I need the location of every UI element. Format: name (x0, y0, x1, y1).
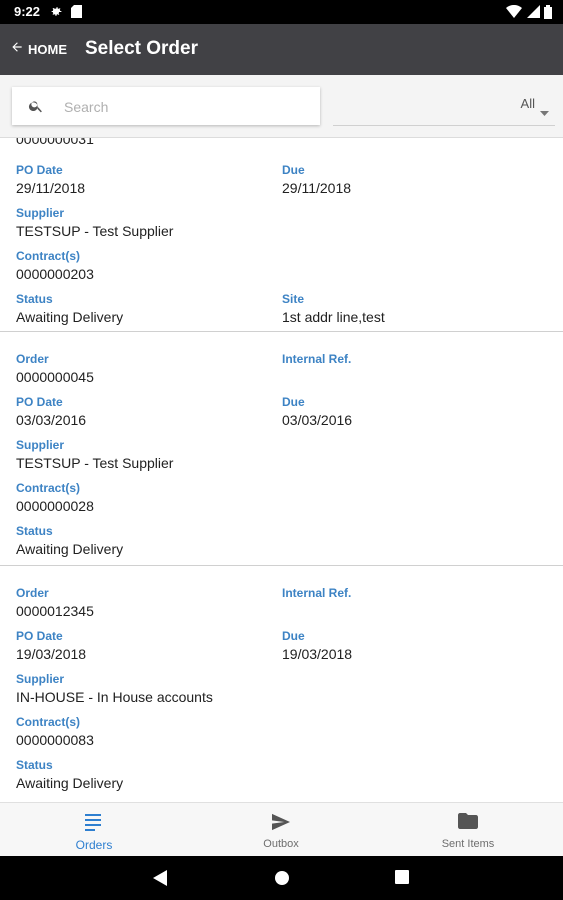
internal-ref-label: Internal Ref. (282, 352, 352, 366)
status-value: Awaiting Delivery (16, 775, 124, 791)
due-value: 29/11/2018 (282, 180, 352, 196)
status-label: Status (16, 292, 53, 306)
order-label: Order (16, 352, 49, 366)
contracts-label: Contract(s) (16, 249, 81, 263)
battery-icon (544, 5, 552, 22)
status-label: Status (16, 758, 53, 772)
order-card[interactable]: Order 0000012345 Internal Ref. PO Date 1… (0, 566, 563, 801)
filter-dropdown[interactable]: All (333, 87, 555, 126)
nav-orders[interactable]: Orders (24, 803, 164, 857)
chevron-down-icon (540, 103, 549, 121)
contracts-label: Contract(s) (16, 715, 81, 729)
search-box[interactable] (12, 87, 320, 125)
contracts-label: Contract(s) (16, 481, 81, 495)
status-value: Awaiting Delivery (16, 541, 124, 557)
site-value: 1st addr line,test (282, 309, 385, 325)
status-bar: 9:22 (0, 0, 563, 24)
nav-sent-items[interactable]: Sent Items (398, 803, 538, 857)
supplier-label: Supplier (16, 672, 65, 686)
po-date-label: PO Date (16, 163, 63, 177)
contracts-value: 0000000028 (16, 498, 94, 514)
due-label: Due (282, 629, 305, 643)
bottom-navigation: Orders Outbox Sent Items (0, 802, 563, 857)
wifi-icon (506, 4, 522, 21)
internal-ref-label: Internal Ref. (282, 586, 352, 600)
filter-selected-value: All (520, 96, 535, 111)
contracts-value: 0000000083 (16, 732, 94, 748)
home-circle-icon[interactable] (274, 870, 290, 891)
order-label: Order (16, 586, 49, 600)
supplier-label: Supplier (16, 206, 65, 220)
recents-square-icon[interactable] (395, 870, 409, 889)
supplier-value: TESTSUP - Test Supplier (16, 455, 174, 471)
send-icon (271, 813, 291, 836)
nav-outbox[interactable]: Outbox (211, 803, 351, 857)
home-back-button[interactable]: HOME (10, 38, 67, 60)
home-label: HOME (28, 41, 67, 57)
order-number: 0000012345 (16, 603, 94, 619)
due-label: Due (282, 163, 305, 177)
due-value: 19/03/2018 (282, 646, 353, 662)
system-navigation-bar (0, 856, 563, 900)
due-label: Due (282, 395, 305, 409)
order-number: 0000000045 (16, 369, 94, 385)
nav-outbox-label: Outbox (263, 838, 299, 850)
folder-icon (458, 813, 478, 834)
order-number: 0000000031 (16, 138, 94, 147)
app-bar: HOME Select Order (0, 24, 563, 75)
supplier-value: IN-HOUSE - In House accounts (16, 689, 213, 705)
po-date-value: 29/11/2018 (16, 180, 86, 196)
back-triangle-icon[interactable] (153, 870, 167, 891)
supplier-label: Supplier (16, 438, 65, 452)
supplier-value: TESTSUP - Test Supplier (16, 223, 174, 239)
due-value: 03/03/2016 (282, 412, 353, 428)
nav-sent-items-label: Sent Items (441, 838, 495, 850)
site-label: Site (282, 292, 305, 306)
signal-icon (527, 5, 540, 21)
status-value: Awaiting Delivery (16, 309, 124, 325)
clock: 9:22 (14, 4, 41, 19)
order-card[interactable]: Order 0000000045 Internal Ref. PO Date 0… (0, 332, 563, 566)
nav-orders-label: Orders (75, 838, 113, 852)
search-icon (28, 98, 44, 119)
search-area: All (0, 75, 563, 138)
order-card[interactable]: 0000000031 PO Date 29/11/2018 Due 29/11/… (0, 138, 563, 332)
search-input[interactable] (62, 95, 306, 119)
settings-icon (50, 5, 63, 21)
po-date-label: PO Date (16, 629, 63, 643)
sd-card-icon (71, 5, 82, 21)
po-date-value: 19/03/2018 (16, 646, 87, 662)
back-arrow-icon (10, 40, 24, 59)
status-label: Status (16, 524, 53, 538)
list-icon (84, 813, 102, 836)
po-date-value: 03/03/2016 (16, 412, 87, 428)
order-list[interactable]: 0000000031 PO Date 29/11/2018 Due 29/11/… (0, 138, 563, 802)
page-title: Select Order (85, 38, 198, 59)
contracts-value: 0000000203 (16, 266, 94, 282)
po-date-label: PO Date (16, 395, 63, 409)
